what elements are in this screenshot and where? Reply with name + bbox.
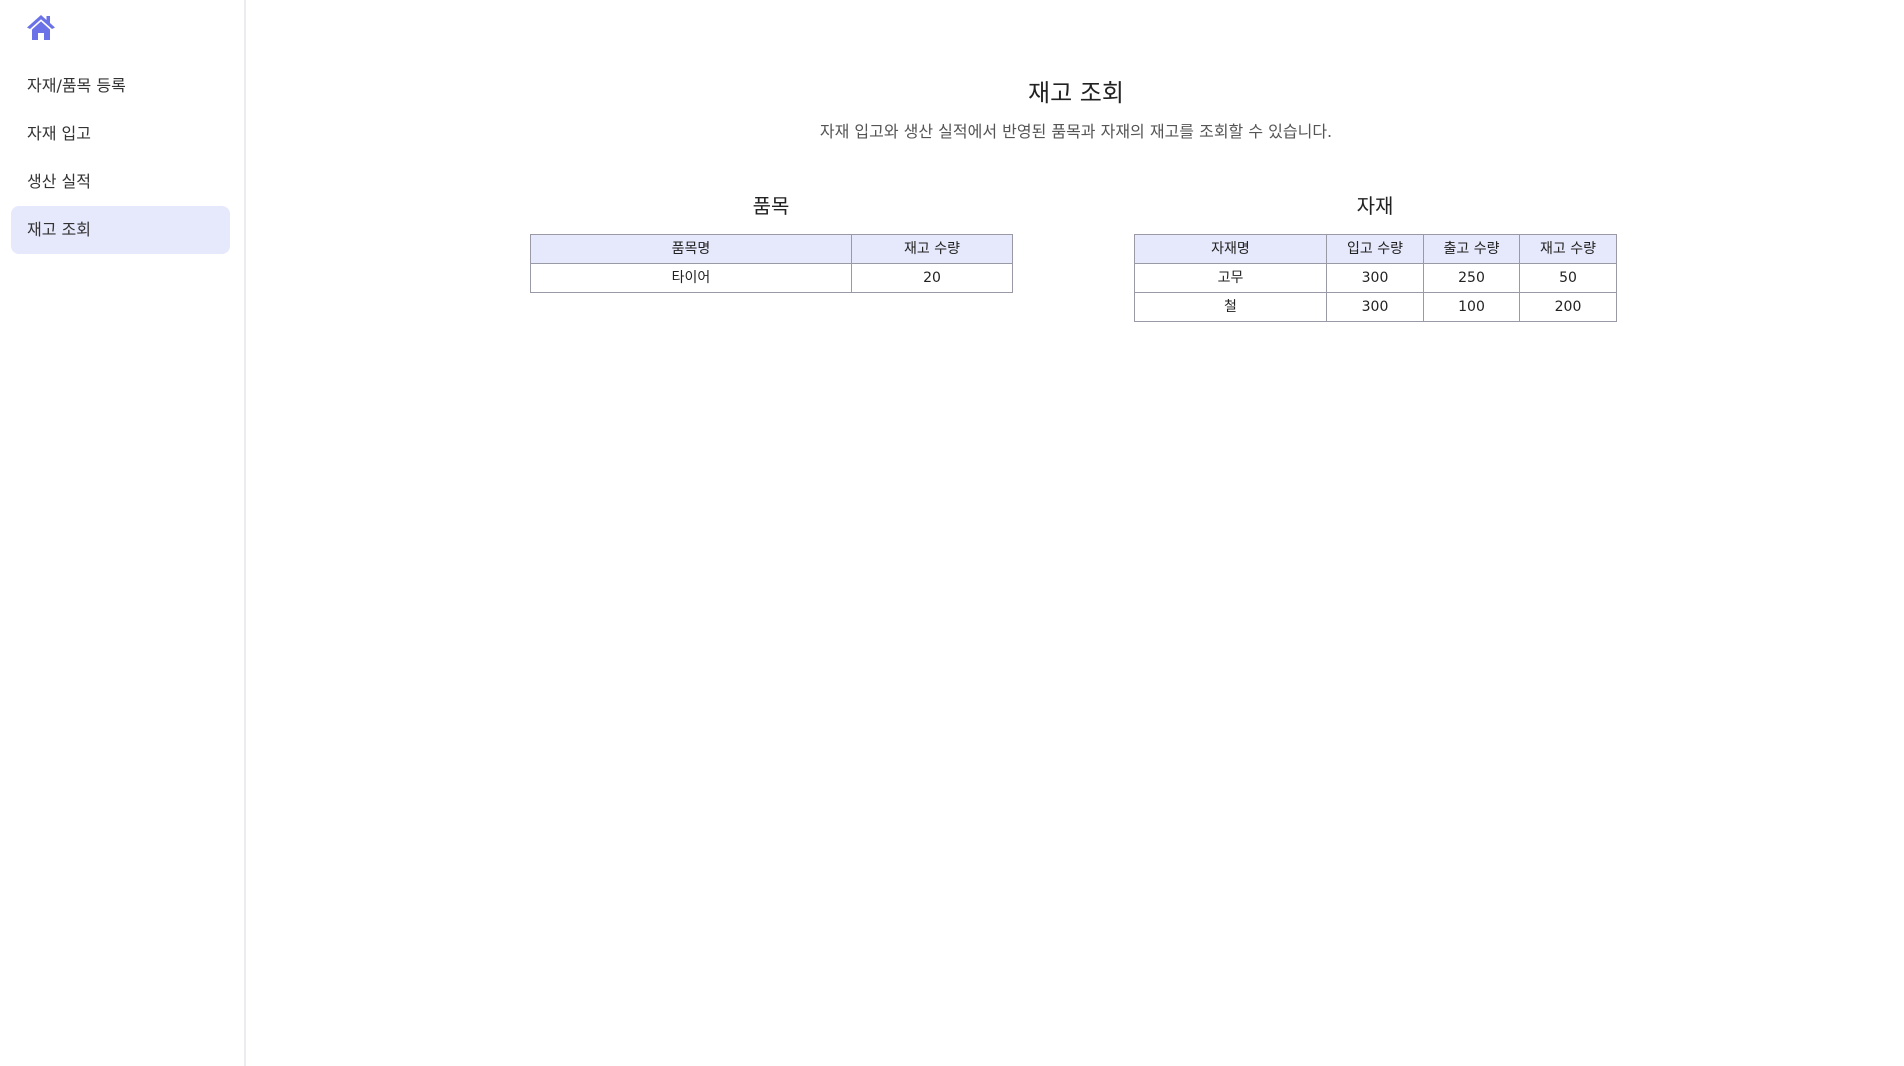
- table-header-row: 자재명 입고 수량 출고 수량 재고 수량: [1134, 234, 1617, 264]
- column-header: 재고 수량: [1519, 234, 1617, 264]
- materials-table: 자재명 입고 수량 출고 수량 재고 수량 고무 300 250 50 철 30…: [1134, 234, 1617, 322]
- column-header: 품목명: [530, 234, 852, 264]
- table-cell: 20: [851, 263, 1013, 293]
- sidebar-item-production-results[interactable]: 생산 실적: [11, 158, 230, 206]
- table-cell: 250: [1423, 263, 1520, 293]
- page-title: 재고 조회: [1028, 79, 1124, 107]
- table-cell: 100: [1423, 292, 1520, 322]
- table-cell: 고무: [1134, 263, 1327, 293]
- table-cell: 200: [1519, 292, 1617, 322]
- column-header: 출고 수량: [1423, 234, 1520, 264]
- column-header: 재고 수량: [851, 234, 1013, 264]
- column-header: 자재명: [1134, 234, 1327, 264]
- table-header-row: 품목명 재고 수량: [530, 234, 1013, 264]
- table-cell: 300: [1326, 292, 1424, 322]
- main-content: 재고 조회 자재 입고와 생산 실적에서 반영된 품목과 자재의 재고를 조회할…: [248, 0, 1904, 1066]
- sidebar: 자재/품목 등록 자재 입고 생산 실적 재고 조회: [0, 0, 246, 1066]
- home-icon: [27, 15, 55, 40]
- items-table: 품목명 재고 수량 타이어 20: [530, 234, 1013, 293]
- sidebar-item-material-item-register[interactable]: 자재/품목 등록: [11, 62, 230, 110]
- column-header: 입고 수량: [1326, 234, 1424, 264]
- sidebar-item-inventory-lookup[interactable]: 재고 조회: [11, 206, 230, 254]
- table-cell: 철: [1134, 292, 1327, 322]
- table-row: 타이어 20: [530, 263, 1013, 293]
- table-cell: 타이어: [530, 263, 852, 293]
- table-row: 철 300 100 200: [1134, 292, 1617, 322]
- items-section: 품목 품목명 재고 수량 타이어 20: [530, 192, 1013, 293]
- table-cell: 300: [1326, 263, 1424, 293]
- app-root: 자재/품목 등록 자재 입고 생산 실적 재고 조회 재고 조회 자재 입고와 …: [0, 0, 1904, 1066]
- home-link[interactable]: [26, 13, 56, 41]
- sidebar-nav: 자재/품목 등록 자재 입고 생산 실적 재고 조회: [11, 62, 230, 254]
- table-row: 고무 300 250 50: [1134, 263, 1617, 293]
- table-cell: 50: [1519, 263, 1617, 293]
- items-section-title: 품목: [752, 194, 790, 218]
- sidebar-item-material-receipt[interactable]: 자재 입고: [11, 110, 230, 158]
- materials-section-title: 자재: [1356, 194, 1394, 218]
- page-description: 자재 입고와 생산 실적에서 반영된 품목과 자재의 재고를 조회할 수 있습니…: [819, 122, 1333, 141]
- materials-section: 자재 자재명 입고 수량 출고 수량 재고 수량 고무 300 250 50 철…: [1134, 192, 1617, 322]
